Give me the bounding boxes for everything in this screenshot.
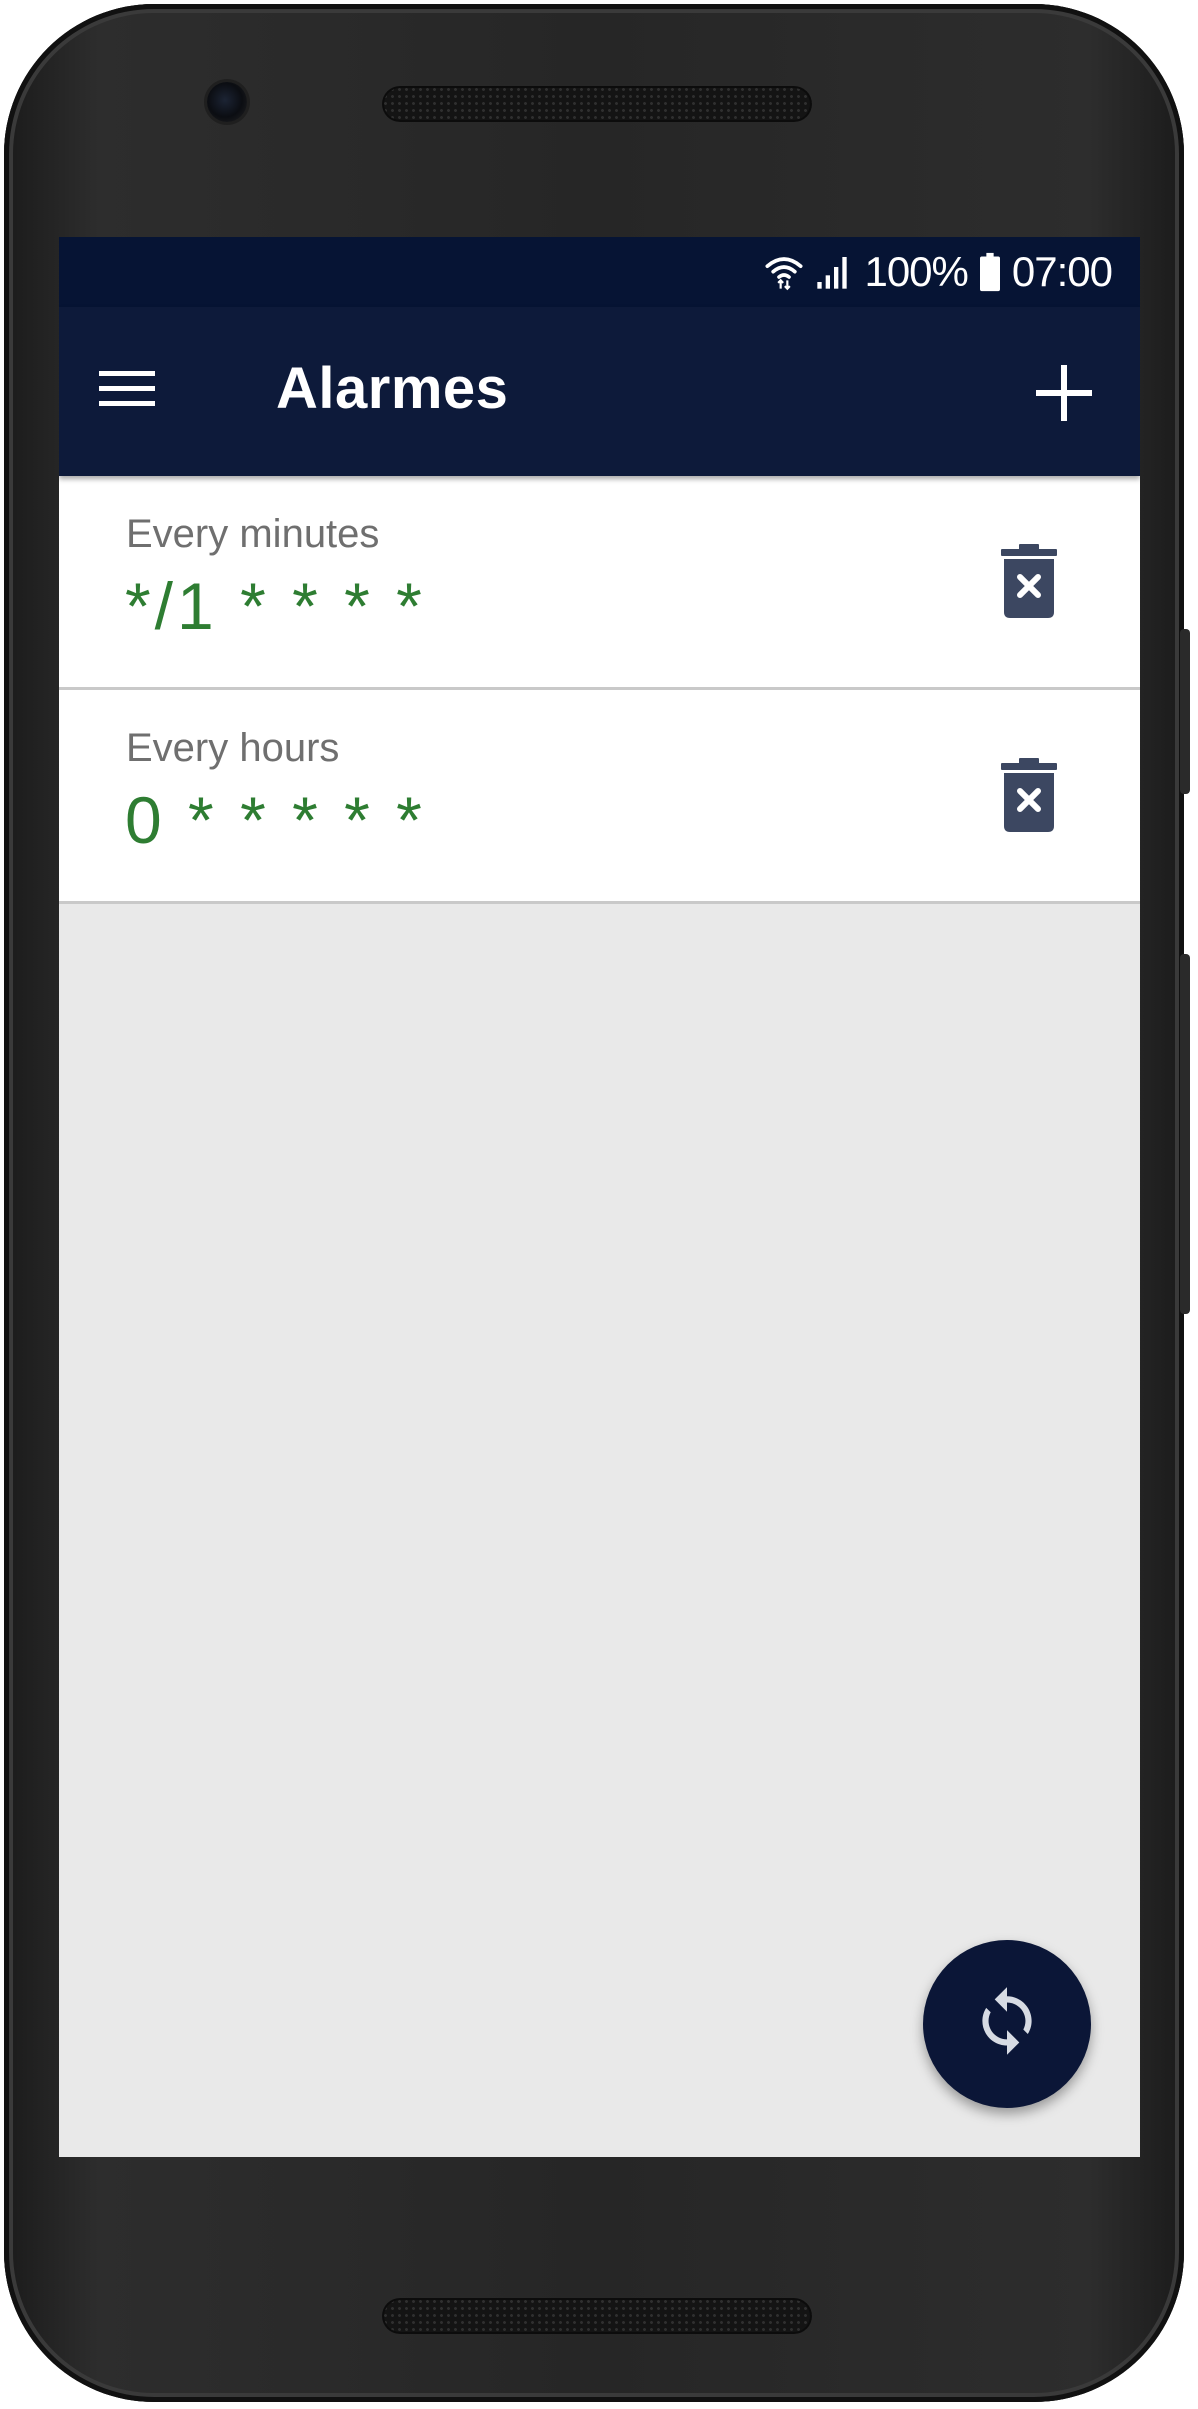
front-camera — [207, 82, 247, 122]
hamburger-menu-icon — [99, 371, 155, 406]
trash-x-icon — [1001, 758, 1057, 832]
delete-alarm-button[interactable] — [998, 756, 1060, 834]
top-speaker-grille — [382, 86, 812, 122]
page-title: Alarmes — [276, 356, 509, 421]
app-bar: Alarmes — [59, 307, 1140, 476]
sync-icon — [982, 1987, 1032, 2055]
trash-x-icon — [1001, 544, 1057, 618]
battery-icon — [978, 252, 1002, 292]
alarm-list: Every minutes */1 * * * * Every hours 0 … — [59, 476, 1140, 904]
list-item[interactable]: Every hours 0 * * * * * — [59, 690, 1140, 904]
add-alarm-button[interactable] — [1028, 357, 1100, 429]
delete-alarm-button[interactable] — [998, 542, 1060, 620]
plus-icon — [1036, 365, 1092, 421]
screen: 100% 07:00 Alarmes Every minutes */1 * *… — [59, 237, 1140, 2157]
volume-button — [1180, 954, 1190, 1314]
menu-button[interactable] — [95, 357, 159, 421]
alarm-label: Every hours — [126, 726, 340, 770]
phone-frame: 100% 07:00 Alarmes Every minutes */1 * *… — [4, 4, 1190, 2402]
list-item[interactable]: Every minutes */1 * * * * — [59, 476, 1140, 690]
status-icons: 100% 07:00 — [764, 237, 1113, 307]
alarm-label: Every minutes — [126, 512, 380, 556]
status-bar: 100% 07:00 — [59, 237, 1140, 307]
wifi-icon — [764, 252, 804, 292]
battery-percent: 100% — [864, 248, 968, 295]
alarm-cron-expression: 0 * * * * * — [125, 783, 426, 857]
sync-button[interactable] — [923, 1940, 1091, 2108]
status-time: 07:00 — [1011, 248, 1113, 295]
bottom-speaker-grille — [382, 2298, 812, 2334]
power-button — [1180, 629, 1190, 794]
alarm-cron-expression: */1 * * * * — [125, 569, 426, 643]
signal-icon — [814, 252, 854, 292]
